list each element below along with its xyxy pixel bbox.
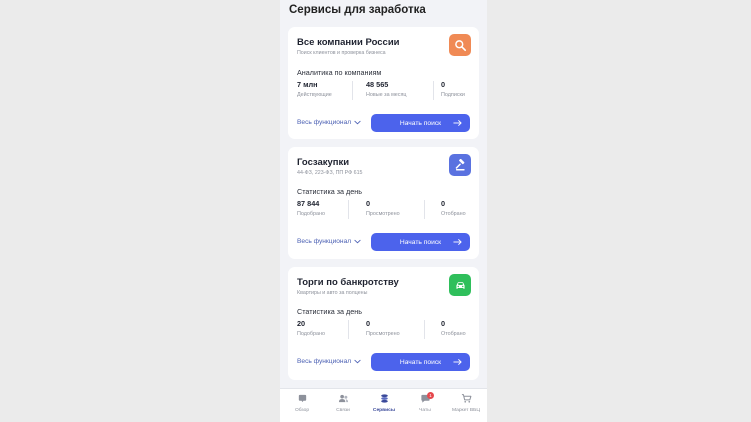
stats-title: Статистика за день — [297, 307, 362, 316]
all-features-toggle[interactable]: Весь функционал — [297, 358, 361, 365]
car-icon[interactable] — [449, 274, 471, 296]
service-card-bankruptcy: Торги по банкротству Квартиры и авто за … — [288, 267, 479, 380]
card-subtitle: 44-ФЗ, 223-ФЗ, ПП РФ 615 — [297, 170, 363, 176]
start-search-button[interactable]: Начать поиск — [371, 353, 470, 371]
card-subtitle: Квартиры и авто за полцены — [297, 290, 368, 296]
tab-chats[interactable]: 1 Чаты — [405, 392, 445, 420]
search-icon[interactable] — [449, 34, 471, 56]
stat-viewed: 0 Просмотрено — [366, 200, 400, 219]
stats-row: 7 млн Действующие 48 565 Новые за месяц … — [297, 81, 471, 100]
stats-row: 87 844 Подобрано 0 Просмотрено 0 Отобран… — [297, 200, 471, 219]
stat-subscriptions: 0 Подписки — [441, 81, 465, 100]
tab-label: Связи — [336, 408, 350, 413]
all-features-label: Весь функционал — [297, 238, 352, 245]
stat-new-month: 48 565 Новые за месяц — [366, 81, 407, 100]
stat-divider — [348, 200, 349, 219]
chevron-down-icon — [354, 359, 361, 364]
stat-caption: Отобрано — [441, 211, 466, 217]
unread-badge: 1 — [427, 392, 434, 399]
start-search-button[interactable]: Начать поиск — [371, 233, 470, 251]
stat-caption: Просмотрено — [366, 211, 400, 217]
bottom-tab-bar: Обзор Связи Сервисы 1 Чаты Маркет ВБЦ — [280, 388, 487, 422]
stat-divider — [352, 81, 353, 100]
stats-title: Статистика за день — [297, 187, 362, 196]
stat-caption: Отобрано — [441, 331, 466, 337]
stat-value: 0 — [441, 80, 446, 89]
arrow-right-icon — [453, 119, 462, 127]
stat-matched: 87 844 Подобрано — [297, 200, 325, 219]
gavel-icon[interactable] — [449, 154, 471, 176]
stats-row: 20 Подобрано 0 Просмотрено 0 Отобрано — [297, 320, 471, 339]
stat-divider — [424, 200, 425, 219]
stat-caption: Действующие — [297, 92, 332, 98]
stat-value: 20 — [297, 319, 306, 328]
stat-value: 0 — [441, 319, 446, 328]
chevron-down-icon — [354, 239, 361, 244]
stat-divider — [433, 81, 434, 100]
start-search-label: Начать поиск — [399, 238, 442, 246]
stat-active: 7 млн Действующие — [297, 81, 332, 100]
tab-market[interactable]: Маркет ВБЦ — [446, 392, 486, 420]
card-title: Торги по банкротству — [297, 277, 399, 288]
tab-label: Сервисы — [372, 408, 396, 413]
stat-value: 7 млн — [297, 80, 318, 89]
home-icon — [298, 394, 306, 403]
stats-title: Аналитика по компаниям — [297, 68, 382, 77]
stat-matched: 20 Подобрано — [297, 320, 325, 339]
stat-selected: 0 Отобрано — [441, 320, 466, 339]
services-icon — [380, 394, 388, 403]
stat-caption: Новые за месяц — [366, 92, 407, 98]
all-features-toggle[interactable]: Весь функционал — [297, 119, 361, 126]
stat-caption: Подписки — [441, 92, 465, 98]
stat-value: 0 — [366, 319, 371, 328]
tab-label: Обзор — [294, 408, 310, 413]
contacts-icon — [338, 394, 348, 403]
page-title: Сервисы для заработка — [289, 4, 426, 16]
stat-divider — [424, 320, 425, 339]
app-screen: Сервисы для заработка Все компании Росси… — [280, 0, 487, 422]
tab-services[interactable]: Сервисы — [364, 392, 404, 420]
arrow-right-icon — [453, 358, 462, 366]
stat-value: 0 — [441, 199, 446, 208]
card-subtitle: Поиск клиентов и проверка бизнеса — [297, 50, 386, 56]
tab-overview[interactable]: Обзор — [282, 392, 322, 420]
stat-value: 0 — [366, 199, 371, 208]
stat-selected: 0 Отобрано — [441, 200, 466, 219]
cart-icon — [461, 394, 471, 403]
stat-value: 87 844 — [297, 199, 320, 208]
stat-caption: Подобрано — [297, 331, 325, 337]
tab-contacts[interactable]: Связи — [323, 392, 363, 420]
all-features-label: Весь функционал — [297, 119, 352, 126]
service-card-procurement: Госзакупки 44-ФЗ, 223-ФЗ, ПП РФ 615 Стат… — [288, 147, 479, 259]
service-card-companies: Все компании России Поиск клиентов и про… — [288, 27, 479, 139]
stat-value: 48 565 — [366, 80, 389, 89]
chevron-down-icon — [354, 120, 361, 125]
stat-viewed: 0 Просмотрено — [366, 320, 400, 339]
stat-caption: Просмотрено — [366, 331, 400, 337]
stat-caption: Подобрано — [297, 211, 325, 217]
start-search-label: Начать поиск — [399, 119, 442, 127]
all-features-label: Весь функционал — [297, 358, 352, 365]
card-title: Госзакупки — [297, 157, 350, 168]
arrow-right-icon — [453, 238, 462, 246]
all-features-toggle[interactable]: Весь функционал — [297, 238, 361, 245]
tab-label: Маркет ВБЦ — [451, 408, 480, 413]
start-search-label: Начать поиск — [399, 358, 442, 366]
card-title: Все компании России — [297, 37, 400, 48]
stat-divider — [348, 320, 349, 339]
start-search-button[interactable]: Начать поиск — [371, 114, 470, 132]
tab-label: Чаты — [419, 408, 431, 413]
